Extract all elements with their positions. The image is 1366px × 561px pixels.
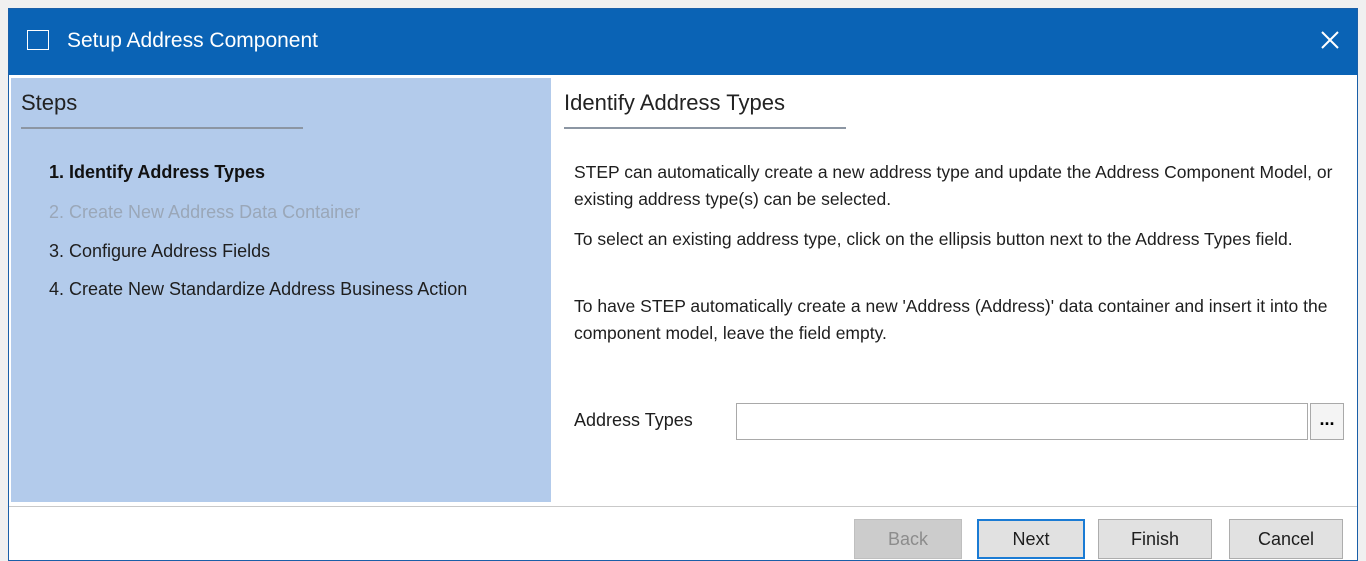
window-icon bbox=[27, 30, 49, 50]
window-title: Setup Address Component bbox=[67, 29, 318, 52]
steps-panel: Steps 1. Identify Address Types 2. Creat… bbox=[11, 78, 551, 502]
ellipsis-button[interactable]: ... bbox=[1310, 403, 1344, 440]
next-button[interactable]: Next bbox=[977, 519, 1085, 559]
address-types-input[interactable] bbox=[736, 403, 1308, 440]
description-paragraph-2: To select an existing address type, clic… bbox=[574, 229, 1293, 249]
finish-button[interactable]: Finish bbox=[1098, 519, 1212, 559]
title-bar[interactable]: Setup Address Component bbox=[9, 9, 1357, 75]
description-paragraph-3: To have STEP automatically create a new … bbox=[574, 296, 1328, 343]
back-button: Back bbox=[854, 519, 962, 559]
description-paragraph-1: STEP can automatically create a new addr… bbox=[574, 162, 1333, 209]
close-icon bbox=[1321, 31, 1339, 49]
cancel-button[interactable]: Cancel bbox=[1229, 519, 1343, 559]
step-create-standardize-business-action[interactable]: 4. Create New Standardize Address Busine… bbox=[49, 279, 467, 300]
step-configure-address-fields[interactable]: 3. Configure Address Fields bbox=[49, 241, 270, 262]
close-button[interactable] bbox=[1311, 21, 1349, 59]
address-types-label: Address Types bbox=[574, 410, 693, 430]
content-pane: Identify Address Types STEP can automati… bbox=[564, 78, 1357, 502]
dialog-body: Steps 1. Identify Address Types 2. Creat… bbox=[9, 75, 1357, 506]
page-title: Identify Address Types bbox=[564, 90, 785, 115]
title-divider bbox=[564, 127, 846, 129]
step-create-address-data-container: 2. Create New Address Data Container bbox=[49, 202, 361, 222]
steps-divider bbox=[21, 127, 303, 129]
button-bar: Back Next Finish Cancel bbox=[9, 506, 1357, 560]
step-identify-address-types[interactable]: 1. Identify Address Types bbox=[49, 162, 265, 183]
steps-header: Steps bbox=[21, 90, 78, 115]
setup-dialog: Setup Address Component Steps 1. Identif… bbox=[8, 8, 1358, 561]
